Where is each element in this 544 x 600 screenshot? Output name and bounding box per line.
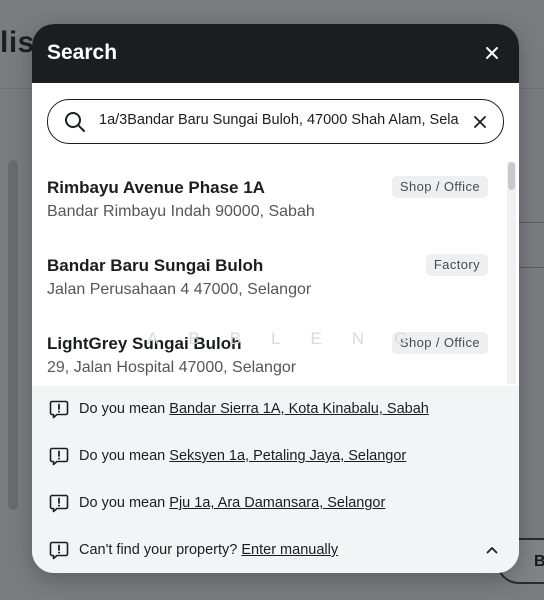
suggestion-prefix: Do you mean — [79, 495, 166, 511]
alert-message-icon — [49, 541, 69, 560]
result-title: Bandar Baru Sungai Buloh — [47, 256, 264, 275]
result-item[interactable]: Bandar Baru Sungai Buloh Jalan Perusahaa… — [32, 240, 504, 318]
suggestion-prefix: Do you mean — [79, 448, 166, 464]
search-field[interactable]: 1a/3Bandar Baru Sungai Buloh, 47000 Shah… — [47, 99, 504, 144]
suggestion-row: Do you mean Seksyen 1a, Petaling Jaya, S… — [32, 433, 519, 479]
search-modal: Search 1a/3Bandar Baru Sungai Buloh, 470… — [32, 24, 519, 573]
scrollbar-thumb[interactable] — [508, 162, 515, 190]
result-title: Rimbayu Avenue Phase 1A — [47, 178, 265, 197]
property-type-badge: Shop / Office — [391, 176, 488, 198]
clear-icon[interactable] — [472, 114, 488, 130]
suggestion-link[interactable]: Bandar Sierra 1A, Kota Kinabalu, Sabah — [169, 401, 429, 417]
search-input[interactable]: 1a/3Bandar Baru Sungai Buloh, 47000 Shah… — [99, 112, 459, 132]
close-button[interactable] — [481, 42, 503, 64]
chevron-up-icon[interactable] — [485, 543, 499, 557]
result-subtitle: 29, Jalan Hospital 47000, Selangor — [47, 359, 297, 376]
enter-manually-link[interactable]: Enter manually — [241, 542, 338, 558]
result-subtitle: Bandar Rimbayu Indah 90000, Sabah — [47, 203, 315, 220]
close-icon — [486, 47, 498, 59]
manual-entry-row: Can't find your property? Enter manually — [32, 527, 519, 573]
suggestion-prefix: Do you mean — [79, 401, 166, 417]
search-icon — [65, 112, 85, 132]
results-scrollbar[interactable] — [507, 162, 516, 384]
background-scrollbar — [8, 160, 18, 510]
modal-header: Search — [32, 24, 519, 83]
suggestions-panel: Do you mean Bandar Sierra 1A, Kota Kinab… — [32, 386, 519, 573]
alert-message-icon — [49, 400, 69, 419]
modal-title: Search — [47, 41, 118, 64]
alert-message-icon — [49, 494, 69, 513]
alert-message-icon — [49, 447, 69, 466]
property-type-badge: Factory — [425, 254, 488, 276]
background-button-label: B — [534, 553, 544, 570]
result-item[interactable]: Rimbayu Avenue Phase 1A Bandar Rimbayu I… — [32, 162, 504, 240]
result-subtitle: Jalan Perusahaan 4 47000, Selangor — [47, 281, 312, 298]
suggestion-link[interactable]: Seksyen 1a, Petaling Jaya, Selangor — [169, 448, 406, 464]
watermark: ABBLENG — [147, 329, 438, 348]
suggestion-link[interactable]: Pju 1a, Ara Damansara, Selangor — [169, 495, 385, 511]
suggestion-row: Do you mean Pju 1a, Ara Damansara, Selan… — [32, 480, 519, 526]
manual-prefix: Can't find your property? — [79, 542, 238, 558]
results-list: Rimbayu Avenue Phase 1A Bandar Rimbayu I… — [32, 162, 519, 386]
suggestion-row: Do you mean Bandar Sierra 1A, Kota Kinab… — [32, 386, 519, 432]
